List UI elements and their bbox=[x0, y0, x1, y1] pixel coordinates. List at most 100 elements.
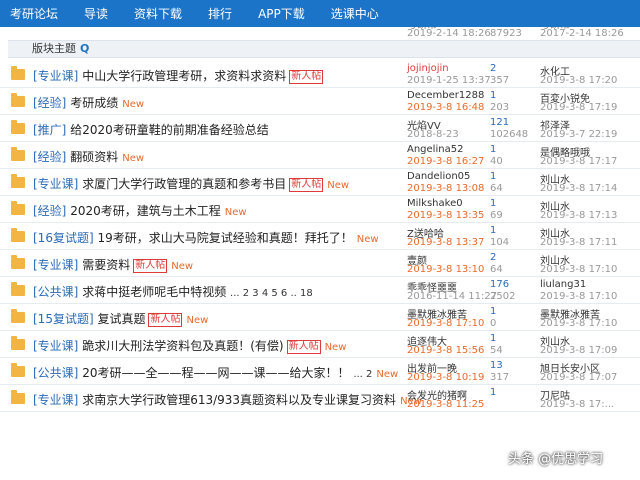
new-user-badge: 新人帖 bbox=[289, 70, 324, 84]
table-row[interactable]: [经验] 翻硕资料 New Angelina52 2019-3-8 16:27 1 40 是… bbox=[0, 142, 640, 169]
table-row[interactable]: [经验] 考研成绩 New December1288 2019-3-8 16:48 1 2… bbox=[0, 88, 640, 115]
table-row[interactable]: [15复试题] 复试真题 新人帖 New 墨默雅冰雅苦 2019-3-8 17:10 1 0… bbox=[0, 304, 640, 331]
nav-item-guide[interactable]: 导读 bbox=[84, 5, 108, 22]
nav-item-course-center[interactable]: 选课中心 bbox=[331, 5, 379, 22]
thread-category[interactable]: [经验] bbox=[33, 150, 66, 164]
table-row[interactable]: [专业课] 求厦门大学行政管理的真题和参考书目 新人帖 New Dandelion05… bbox=[0, 169, 640, 196]
folder-icon bbox=[11, 282, 25, 296]
folder-icon bbox=[11, 93, 25, 107]
table-row[interactable]: [经验] 2020考研，建筑与土木工程 New Milkshake0 2019-3-8… bbox=[0, 196, 640, 223]
last-reply-date: 2019-3-8 17:20 bbox=[540, 75, 618, 86]
thread-title[interactable]: 求蒋中挺老师呢毛中特视频 bbox=[82, 285, 226, 299]
view-count: 203 bbox=[490, 102, 510, 113]
page-links[interactable]: ... 2 bbox=[353, 369, 372, 380]
thread-category[interactable]: [专业课] bbox=[33, 69, 78, 83]
thread-title[interactable]: 考研成绩 bbox=[70, 96, 118, 110]
nav-item-app-download[interactable]: APP下载 bbox=[258, 5, 305, 22]
thread-title-line: [16复试题] 19考研，求山大马院复试经验和真题！拜托了！ New bbox=[33, 229, 379, 246]
reply-count[interactable]: 1 bbox=[490, 90, 496, 101]
thread-title[interactable]: 2020考研，建筑与土木工程 bbox=[70, 204, 221, 218]
folder-icon bbox=[11, 228, 25, 242]
thread-title[interactable]: 20考研——全——程——网——课——给大家！！ bbox=[82, 366, 349, 380]
thread-author[interactable]: Angelina52 bbox=[407, 144, 463, 155]
view-count: 0 bbox=[490, 318, 497, 329]
last-reply-user[interactable]: liulang31 bbox=[540, 279, 586, 290]
thread-title[interactable]: 跪求川大刑法学资料包及真题！(有偿) bbox=[82, 339, 283, 353]
thread-date: 2019-3-8 13:08 bbox=[407, 183, 485, 194]
thread-title-line: [经验] 考研成绩 New bbox=[33, 94, 144, 111]
table-row[interactable]: [公共课] 20考研——全——程——网——课——给大家！！ ... 2 New 出发… bbox=[0, 358, 640, 385]
new-label: New bbox=[171, 261, 194, 272]
folder-icon bbox=[11, 66, 25, 80]
thread-category[interactable]: [专业课] bbox=[33, 339, 78, 353]
thread-title-line: [专业课] 跪求川大刑法学资料包及真题！(有偿) 新人帖 New bbox=[33, 337, 346, 354]
reply-count[interactable]: 13 bbox=[490, 360, 503, 371]
thread-category[interactable]: [经验] bbox=[33, 96, 66, 110]
new-label: New bbox=[327, 180, 350, 191]
folder-icon bbox=[11, 390, 25, 404]
thread-author[interactable]: December1288 bbox=[407, 90, 484, 101]
reply-count[interactable]: 1 bbox=[490, 306, 496, 317]
reply-count[interactable]: 1 bbox=[490, 171, 496, 182]
table-row[interactable]: [专业课] 中山大学行政管理考研，求资料求资料 新人帖 jojinjojin 2019… bbox=[0, 61, 640, 88]
reply-count[interactable]: 1 bbox=[490, 387, 496, 398]
table-row[interactable]: [16复试题] 19考研，求山大马院复试经验和真题！拜托了！ New Z送哈哈 201… bbox=[0, 223, 640, 250]
table-row[interactable]: [专业课] 跪求川大刑法学资料包及真题！(有偿) 新人帖 New 追逐伟大 2019-3… bbox=[0, 331, 640, 358]
thread-title-line: [公共课] 20考研——全——程——网——课——给大家！！ ... 2 New bbox=[33, 364, 398, 381]
reply-count[interactable]: 121 bbox=[490, 117, 509, 128]
view-count: 54 bbox=[490, 345, 503, 356]
folder-icon bbox=[11, 336, 25, 350]
thread-title-line: [推广] 给2020考研童鞋的前期准备经验总结 bbox=[33, 121, 269, 138]
thread-category[interactable]: [16复试题] bbox=[33, 231, 94, 245]
folder-icon bbox=[11, 201, 25, 215]
thread-title[interactable]: 给2020考研童鞋的前期准备经验总结 bbox=[70, 123, 269, 137]
thread-title[interactable]: 复试真题 bbox=[97, 312, 145, 326]
thread-author[interactable]: Milkshake0 bbox=[407, 198, 463, 209]
table-row[interactable]: [推广] 给2020考研童鞋的前期准备经验总结 光焰VV 2018-8-23 121 1… bbox=[0, 115, 640, 142]
page-links[interactable]: ... 2 3 4 5 6 .. 18 bbox=[230, 288, 313, 299]
thread-category[interactable]: [经验] bbox=[33, 204, 66, 218]
thread-category[interactable]: [公共课] bbox=[33, 366, 78, 380]
thread-category[interactable]: [15复试题] bbox=[33, 312, 94, 326]
thread-title[interactable]: 需要资料 bbox=[82, 258, 130, 272]
table-row[interactable]: [专业课] 求南京大学行政管理613/933真题资料以及专业课复习资料 New 会发… bbox=[0, 385, 640, 412]
last-reply-date: 2019-3-8 17:14 bbox=[540, 183, 618, 194]
new-label: New bbox=[356, 234, 379, 245]
thread-title[interactable]: 19考研，求山大马院复试经验和真题！拜托了！ bbox=[97, 231, 352, 245]
thread-author[interactable]: Dandelion05 bbox=[407, 171, 470, 182]
reply-count[interactable]: 1 bbox=[490, 225, 496, 236]
thread-date: 2019-2-14 18:26 bbox=[407, 28, 491, 39]
reply-count[interactable]: 1 bbox=[490, 144, 496, 155]
thread-title[interactable]: 中山大学行政管理考研，求资料求资料 bbox=[82, 69, 286, 83]
table-row[interactable]: [公共课] 求蒋中挺老师呢毛中特视频 ... 2 3 4 5 6 .. 18 乖乖… bbox=[0, 277, 640, 304]
view-count: 104 bbox=[490, 237, 510, 248]
reply-count[interactable]: 1 bbox=[490, 333, 496, 344]
nav-item-forum[interactable]: 考研论坛 bbox=[10, 5, 58, 22]
last-reply-date: 2019-3-8 17:19 bbox=[540, 102, 618, 113]
view-count: 102648 bbox=[490, 129, 529, 140]
view-count: 64 bbox=[490, 183, 503, 194]
last-reply-date: 2019-3-8 17:13 bbox=[540, 210, 618, 221]
thread-title[interactable]: 求南京大学行政管理613/933真题资料以及专业课复习资料 bbox=[82, 393, 396, 407]
thread-category[interactable]: [推广] bbox=[33, 123, 66, 137]
table-row[interactable]: [专业课] 需要资料 新人帖 New 壹颜 2019-3-8 13:10 2 64 刘山水 20… bbox=[0, 250, 640, 277]
new-user-badge: 新人帖 bbox=[148, 313, 183, 327]
thread-category[interactable]: [公共课] bbox=[33, 285, 78, 299]
thread-author[interactable]: jojinjojin bbox=[407, 63, 449, 74]
reply-count[interactable]: 1 bbox=[490, 198, 496, 209]
search-icon[interactable]: Q bbox=[80, 42, 89, 55]
reply-count[interactable]: 2 bbox=[490, 252, 496, 263]
nav-item-downloads[interactable]: 资料下载 bbox=[134, 5, 182, 22]
new-label: New bbox=[122, 99, 145, 110]
thread-title[interactable]: 翻硕资料 bbox=[70, 150, 118, 164]
thread-category[interactable]: [专业课] bbox=[33, 177, 78, 191]
thread-date: 2018-8-23 bbox=[407, 129, 459, 140]
thread-category[interactable]: [专业课] bbox=[33, 258, 78, 272]
last-reply-date: 2019-3-8 17:... bbox=[540, 399, 615, 410]
thread-title-line: [15复试题] 复试真题 新人帖 New bbox=[33, 310, 208, 327]
nav-item-ranking[interactable]: 排行 bbox=[208, 5, 232, 22]
thread-category[interactable]: [专业课] bbox=[33, 393, 78, 407]
reply-count[interactable]: 176 bbox=[490, 279, 509, 290]
reply-count[interactable]: 2 bbox=[490, 63, 496, 74]
thread-title[interactable]: 求厦门大学行政管理的真题和参考书目 bbox=[82, 177, 286, 191]
